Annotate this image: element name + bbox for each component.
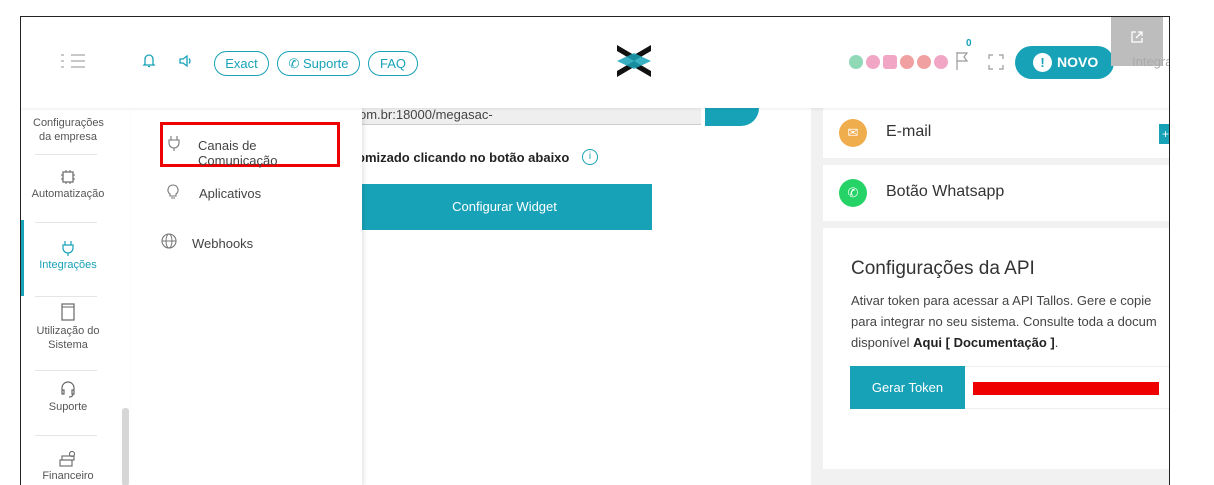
api-desc-prefix: disponível [851, 335, 914, 350]
bell-icon[interactable] [142, 53, 156, 69]
lightbulb-icon [167, 184, 179, 199]
channel-card-whatsapp: ✆ Botão Whatsapp [823, 165, 1169, 221]
brand-logo [617, 45, 651, 77]
headset-icon [61, 381, 75, 398]
configure-widget-button[interactable]: Configurar Widget [357, 184, 652, 230]
info-icon[interactable]: i [582, 149, 598, 165]
at-icon [934, 55, 948, 69]
integrations-title: Integra [1132, 54, 1170, 69]
sidebar-item-configuracoes[interactable]: Configurações da empresa [21, 116, 115, 144]
fullscreen-icon[interactable] [988, 54, 1004, 70]
generate-token-button[interactable]: Gerar Token [850, 366, 965, 409]
speaker-icon[interactable] [178, 53, 194, 69]
whatsapp-icon [849, 55, 863, 69]
copy-token-button[interactable] [1169, 366, 1170, 409]
add-email-button[interactable]: + [1159, 124, 1169, 144]
menu-toggle-icon[interactable] [61, 53, 87, 69]
widget-url-field[interactable]: om.br:18000/megasac- [356, 108, 701, 125]
whatsapp-icon: ✆ [839, 179, 867, 207]
top-bar: Exact ✆ Suporte FAQ 0 ! NOVO Integra [21, 17, 1170, 108]
divider [35, 222, 97, 223]
channel-label: E-mail [886, 123, 932, 140]
divider [35, 154, 97, 155]
api-title: Configurações da API [851, 258, 1035, 279]
sidebar: Configurações da empresa Automatização I… [21, 108, 131, 485]
integrations-dropdown: Canais de Comunicação Aplicativos Webhoo… [131, 108, 362, 485]
instagram-icon [883, 55, 897, 69]
channel-label: Botão Whatsapp [886, 183, 1005, 200]
suporte-button[interactable]: ✆ Suporte [277, 51, 360, 76]
novo-label: NOVO [1057, 54, 1099, 70]
faq-button[interactable]: FAQ [368, 51, 418, 76]
dropdown-item-label: Canais de Comunicação [198, 138, 278, 168]
divider [35, 370, 97, 371]
app-frame: Exact ✆ Suporte FAQ 0 ! NOVO Integra om.… [20, 16, 1170, 485]
sidebar-item-label: Integrações [39, 259, 97, 271]
sidebar-scrollbar[interactable] [122, 408, 129, 485]
sidebar-item-financeiro[interactable]: Financeiro [21, 451, 115, 482]
sidebar-item-suporte[interactable]: Suporte [21, 380, 115, 413]
api-desc-suffix: . [1054, 335, 1059, 350]
globe-icon [161, 233, 177, 249]
messenger-icon [866, 55, 880, 69]
dropdown-item-label: Webhooks [192, 236, 254, 251]
divider [35, 435, 97, 436]
sidebar-item-automatizacao[interactable]: Automatização [21, 169, 115, 200]
alert-icon: ! [1033, 53, 1052, 72]
envelope-icon: ✉ [839, 119, 867, 147]
sidebar-item-label: Suporte [48, 401, 88, 413]
sidebar-item-label: Utilização do Sistema [36, 325, 100, 351]
dropdown-item-canais[interactable]: Canais de Comunicação [160, 122, 340, 168]
channel-card-email: ✉ E-mail + [823, 108, 1169, 158]
telegram-icon [917, 55, 931, 69]
token-redaction [973, 382, 1159, 395]
api-description: Ativar token para acessar a API Tallos. … [851, 290, 1169, 353]
document-icon [61, 303, 75, 321]
api-desc-line1: Ativar token para acessar a API Tallos. … [851, 293, 1152, 308]
customize-instruction: omizado clicando no botão abaixo [357, 150, 570, 165]
sidebar-item-label: Configurações da empresa [33, 117, 104, 143]
sidebar-item-label: Financeiro [42, 470, 94, 482]
novo-button[interactable]: ! NOVO [1015, 46, 1114, 79]
sidebar-item-label: Automatização [31, 188, 105, 200]
exact-button[interactable]: Exact [214, 51, 269, 76]
sidebar-item-integracoes[interactable]: Integrações [21, 240, 115, 271]
external-link-icon [1131, 31, 1143, 43]
youtube-icon [900, 55, 914, 69]
flag-icon[interactable] [955, 51, 969, 71]
notification-count: 0 [966, 38, 972, 49]
documentation-link[interactable]: Aqui [ Documentação ] [913, 335, 1055, 350]
dropdown-item-label: Aplicativos [199, 186, 262, 201]
chip-icon [61, 170, 75, 184]
money-icon [59, 451, 76, 467]
whatsapp-small-icon: ✆ [288, 56, 300, 71]
plug-icon [168, 136, 180, 151]
suporte-label: Suporte [302, 56, 349, 71]
api-settings-card: Configurações da API Ativar token para a… [823, 228, 1170, 469]
token-field[interactable] [965, 366, 1169, 409]
sidebar-item-utilizacao[interactable]: Utilização do Sistema [21, 303, 115, 352]
divider [35, 296, 97, 297]
plug-icon [62, 241, 74, 256]
api-desc-line3: disponível Aqui [ Documentação ]. [851, 332, 1169, 353]
channel-status-icons [849, 55, 948, 69]
api-desc-line2: para integrar no seu sistema. Consulte t… [851, 314, 1157, 329]
